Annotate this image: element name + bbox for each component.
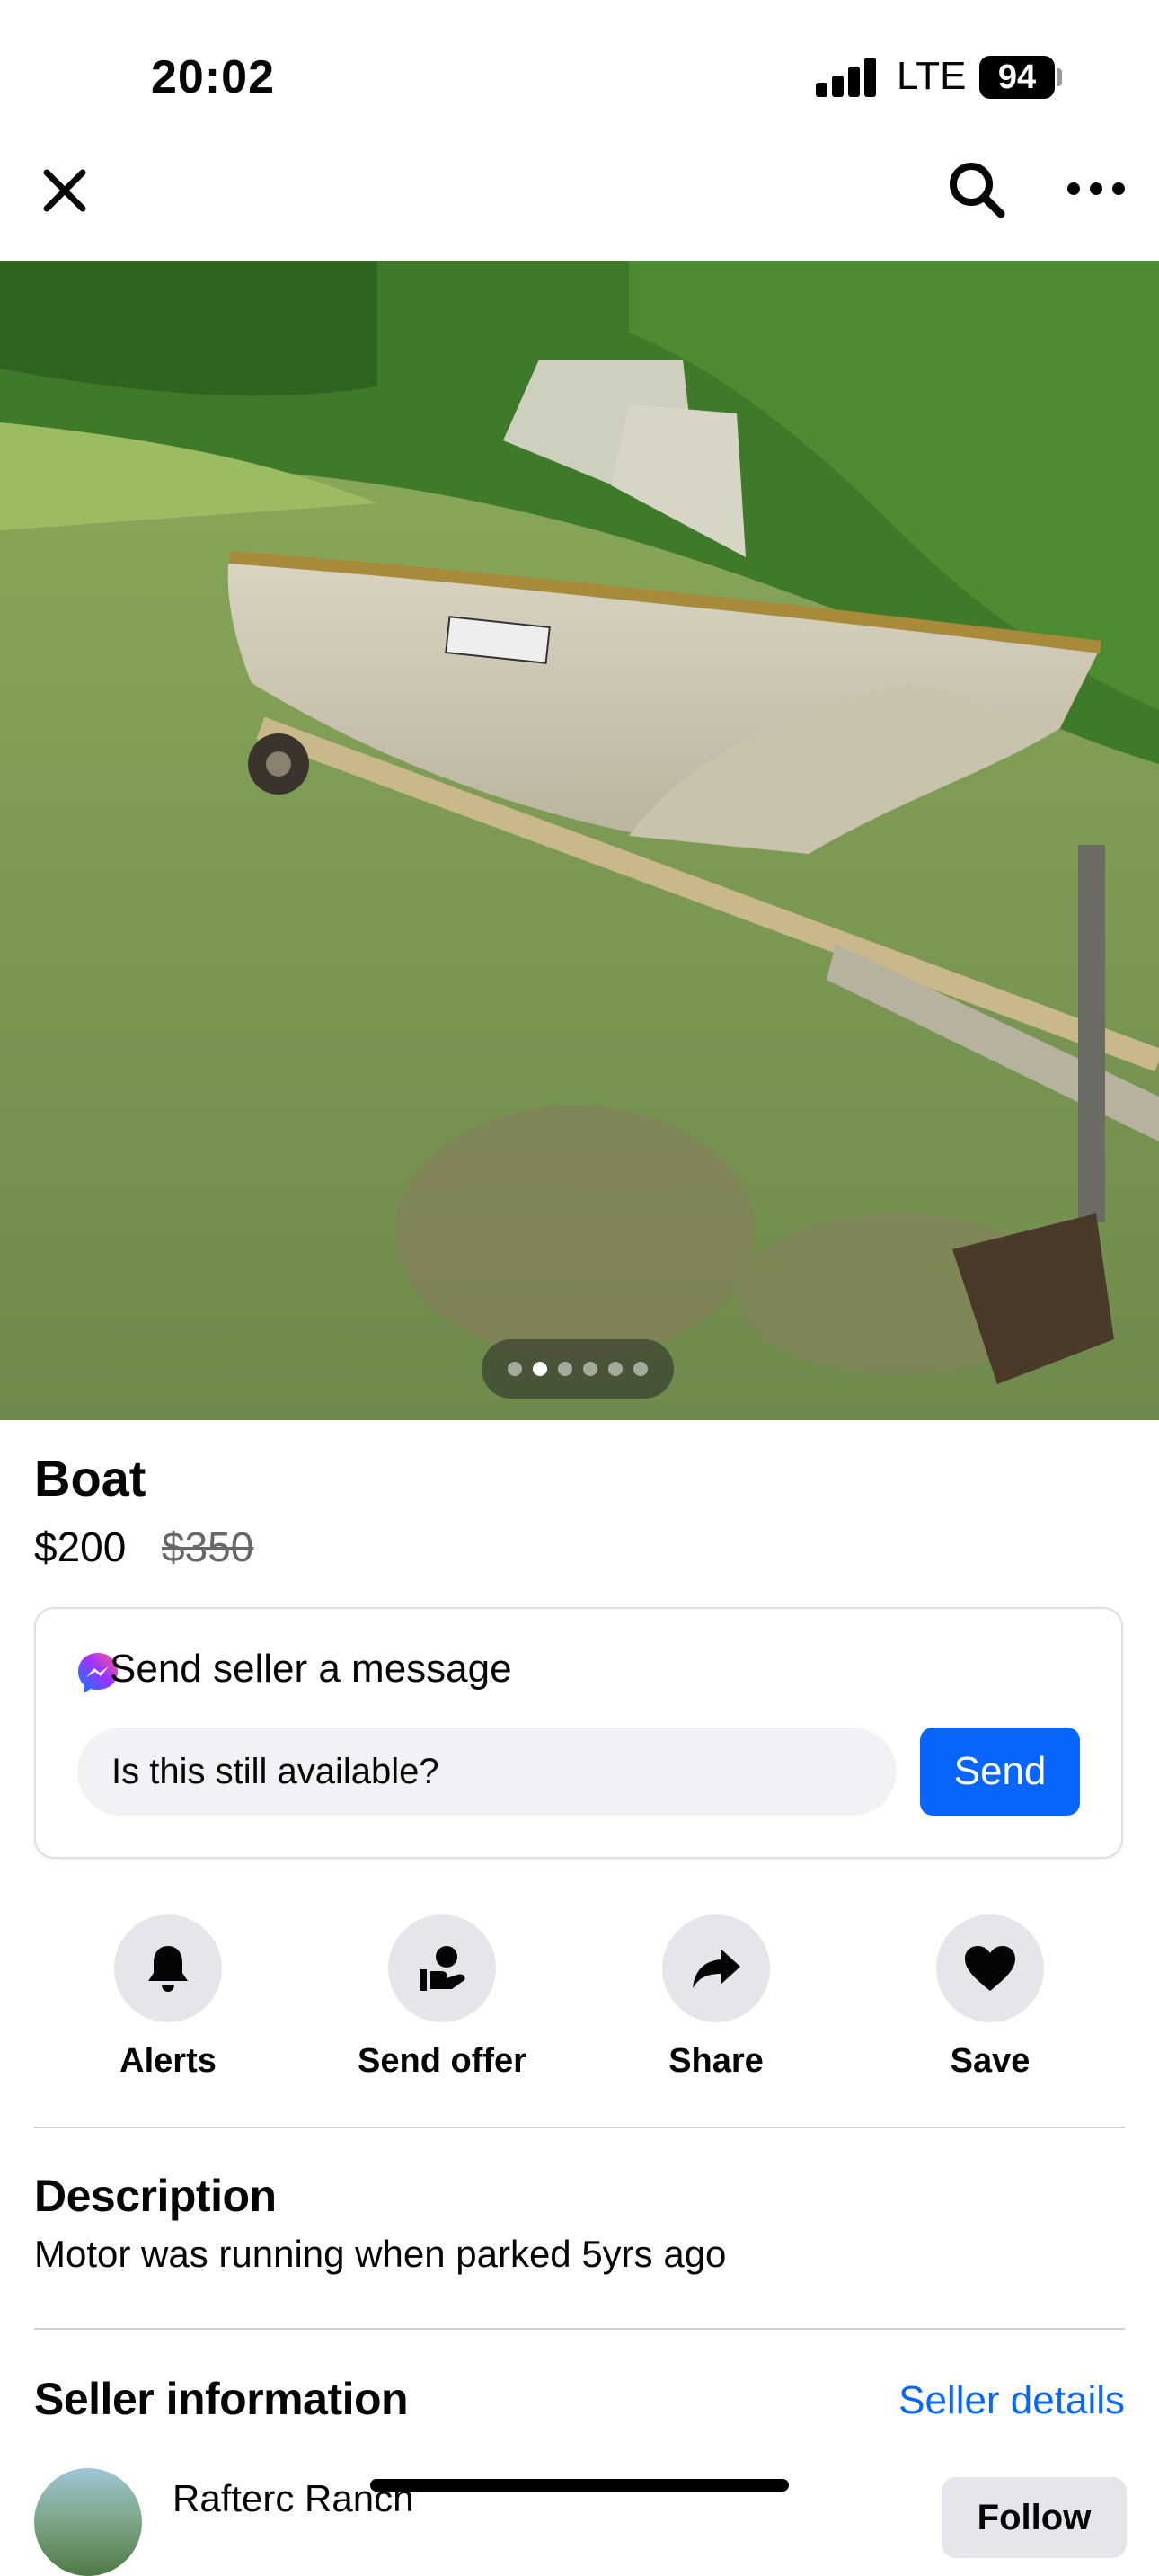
send-offer-icon (420, 1946, 465, 1991)
heart-icon (965, 1946, 1015, 1991)
pagination-dot-active[interactable] (533, 1362, 547, 1376)
share-circle[interactable] (662, 1914, 770, 2022)
close-icon (43, 169, 86, 212)
pagination-dot[interactable] (633, 1362, 648, 1376)
message-input[interactable]: Is this still available? (77, 1728, 897, 1816)
message-heading: Send seller a message (110, 1647, 512, 1691)
signal-icon (816, 56, 877, 97)
description-text: Motor was running when parked 5yrs ago (34, 2233, 727, 2275)
pagination-dot[interactable] (508, 1362, 522, 1376)
save-action[interactable]: Save (882, 1914, 1098, 2081)
listing-price: $200 (34, 1523, 127, 1570)
seller-details-link[interactable]: Seller details (898, 2378, 1125, 2423)
description-heading: Description (34, 2171, 277, 2221)
seller-info-heading: Seller information (34, 2374, 409, 2424)
send-offer-label: Send offer (358, 2042, 526, 2080)
pagination-dot[interactable] (583, 1362, 597, 1376)
seller-avatar[interactable] (34, 2468, 142, 2576)
bell-icon (148, 1946, 188, 1992)
search-button[interactable] (938, 151, 1015, 228)
send-button[interactable]: Send (920, 1728, 1080, 1816)
pagination-dot[interactable] (608, 1362, 623, 1376)
listing-title: Boat (34, 1450, 146, 1506)
more-button[interactable] (1060, 162, 1132, 216)
network-type: LTE (897, 54, 967, 98)
share-label: Share (668, 2042, 764, 2080)
close-button[interactable] (27, 153, 102, 228)
alerts-action[interactable]: Alerts (60, 1914, 276, 2081)
search-icon (950, 163, 1005, 218)
boat-photo-illustration (0, 261, 1159, 1420)
share-icon (693, 1949, 740, 1988)
battery-tip (1057, 68, 1062, 86)
alerts-circle[interactable] (114, 1914, 222, 2022)
share-action[interactable]: Share (608, 1914, 824, 2081)
home-indicator (370, 2479, 789, 2492)
send-offer-action[interactable]: Send offer (334, 1914, 550, 2081)
pagination-dot[interactable] (558, 1362, 572, 1376)
battery-icon: 94 (979, 56, 1055, 99)
follow-button[interactable]: Follow (942, 2477, 1127, 2558)
more-icon (1067, 182, 1125, 195)
save-label: Save (950, 2042, 1031, 2080)
photo-pagination[interactable] (482, 1339, 674, 1399)
alerts-label: Alerts (119, 2042, 217, 2080)
save-circle[interactable] (936, 1914, 1044, 2022)
listing-photo[interactable] (0, 261, 1159, 1420)
divider (34, 2127, 1125, 2128)
divider (34, 2328, 1125, 2330)
send-offer-circle[interactable] (388, 1914, 496, 2022)
listing-original-price: $350 (162, 1523, 254, 1570)
status-time: 20:02 (151, 51, 275, 103)
